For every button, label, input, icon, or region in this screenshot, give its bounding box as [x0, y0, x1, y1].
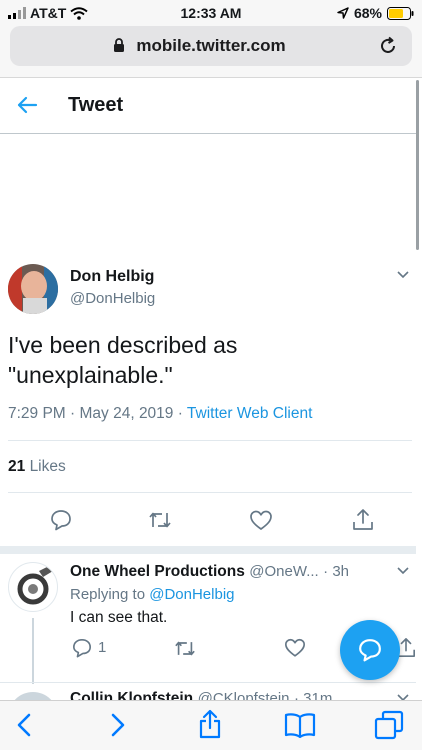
browser-address-area: mobile.twitter.com [0, 26, 422, 78]
reply-icon[interactable] [50, 509, 72, 531]
back-arrow-icon[interactable] [16, 95, 38, 115]
reply-author-handle[interactable]: @OneW... [249, 563, 318, 580]
like-heart-icon[interactable] [249, 510, 273, 531]
author-handle[interactable]: @DonHelbig [70, 290, 155, 307]
replying-to-line: Replying to @DonHelbig [70, 586, 235, 603]
browser-toolbar [0, 700, 422, 750]
reload-icon[interactable] [378, 36, 398, 56]
chevron-down-icon[interactable] [396, 270, 410, 280]
reply-text: I can see that. [70, 609, 168, 626]
reply-age[interactable]: · 3h [323, 563, 349, 580]
scrollbar[interactable] [416, 80, 419, 250]
retweet-icon[interactable] [174, 639, 196, 658]
reply-count: 1 [98, 639, 107, 656]
tweet-text-line: I've been described as [8, 332, 238, 358]
forward-icon[interactable] [110, 713, 126, 737]
section-separator [0, 546, 416, 554]
divider [8, 440, 412, 441]
tweet-text-line: "unexplainable." [8, 362, 173, 388]
battery-icon [387, 6, 414, 20]
replying-to-prefix: Replying to [70, 586, 150, 603]
battery-percent: 68% [353, 5, 382, 21]
divider [0, 682, 416, 683]
reply-avatar[interactable] [8, 562, 58, 612]
status-bar: AT&T 12:33 AM 68% [0, 0, 422, 26]
author-avatar[interactable] [8, 264, 58, 314]
reply-header: One Wheel Productions @OneW... · 3h [70, 563, 370, 581]
page-header: Tweet [0, 78, 416, 134]
thread-line [32, 618, 34, 684]
tweet-client[interactable]: Twitter Web Client [187, 405, 312, 422]
likes-count: 21 [8, 458, 26, 475]
bookmarks-icon[interactable] [284, 712, 316, 738]
chevron-down-icon[interactable] [396, 566, 410, 576]
tweet-text: I've been described as "unexplainable." [8, 330, 408, 390]
back-icon[interactable] [16, 713, 32, 737]
replying-to-handle[interactable]: @DonHelbig [149, 586, 234, 603]
compose-reply-button[interactable] [340, 620, 400, 680]
reply-author-name[interactable]: One Wheel Productions [70, 563, 245, 580]
author-name[interactable]: Don Helbig [70, 268, 154, 286]
address-bar[interactable]: mobile.twitter.com [10, 26, 412, 66]
page-title: Tweet [68, 94, 124, 116]
like-heart-icon[interactable] [284, 638, 306, 658]
tweet-meta: 7:29 PM · May 24, 2019 · Twitter Web Cli… [8, 405, 312, 423]
tweet-timestamp[interactable]: 7:29 PM · May 24, 2019 · [8, 405, 187, 422]
likes-summary[interactable]: 21 Likes [8, 458, 66, 476]
location-icon [337, 7, 349, 19]
likes-label: Likes [29, 458, 66, 475]
retweet-icon[interactable] [148, 510, 172, 530]
reply-icon[interactable] [72, 638, 92, 658]
status-right: 68% [337, 5, 414, 21]
reply-bubble-icon [359, 639, 381, 662]
tabs-icon[interactable] [374, 710, 404, 740]
divider [8, 492, 412, 493]
share-icon[interactable] [352, 508, 374, 531]
url-text: mobile.twitter.com [136, 36, 286, 55]
share-sheet-icon[interactable] [198, 709, 222, 739]
